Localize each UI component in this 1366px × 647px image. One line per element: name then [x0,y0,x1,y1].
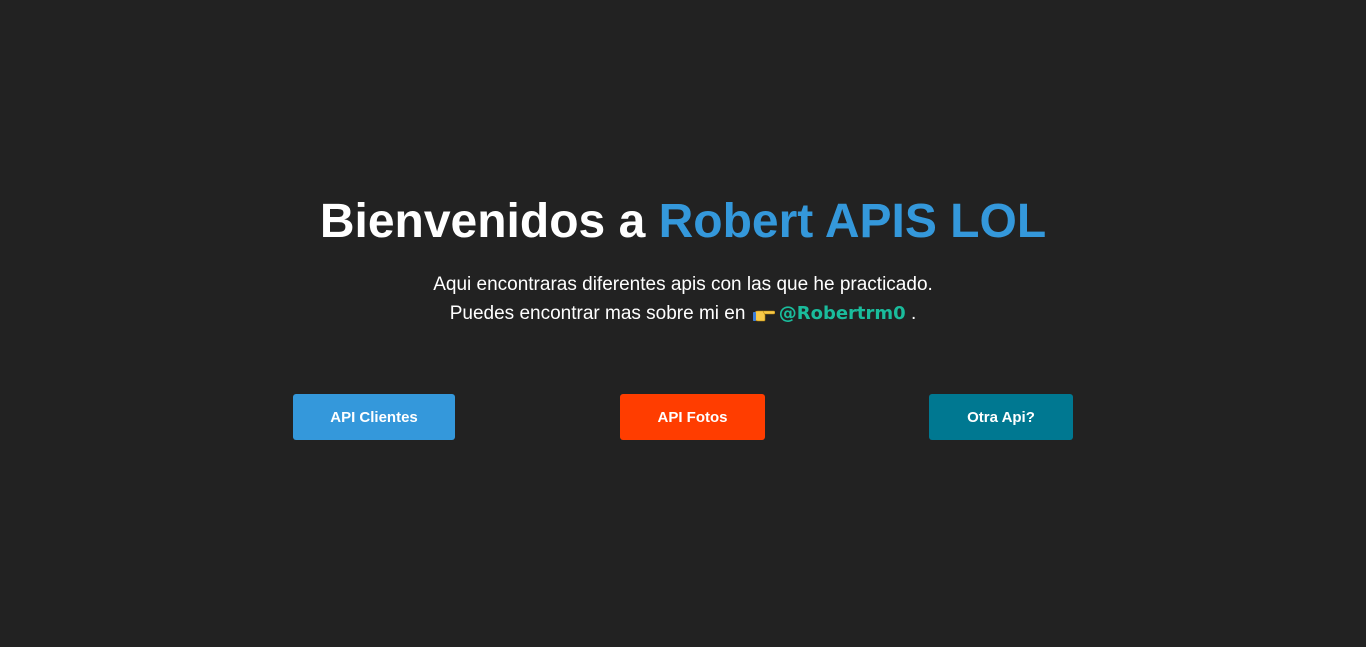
api-clientes-button[interactable]: API Clientes [293,394,455,440]
twitter-handle-link[interactable]: @Robertrm0 [779,303,906,324]
subtitle-line-2: Puedes encontrar mas sobre mi en @Robert… [0,299,1366,328]
subtitle-line-2-prefix: Puedes encontrar mas sobre mi en [449,303,751,324]
title-prefix: Bienvenidos a [319,195,659,248]
title-accent: Robert APIS LOL [658,195,1047,248]
subtitle-line-2-suffix: . [905,303,917,324]
pointing-hand-icon [752,302,776,322]
api-fotos-button[interactable]: API Fotos [620,394,765,440]
subtitle-line-1: Aqui encontraras diferentes apis con las… [433,274,933,295]
otra-api-button[interactable]: Otra Api? [929,394,1073,440]
page-title: Bienvenidos a Robert APIS LOL [0,190,1366,254]
hero-section: Bienvenidos a Robert APIS LOL Aqui encon… [0,0,1366,647]
